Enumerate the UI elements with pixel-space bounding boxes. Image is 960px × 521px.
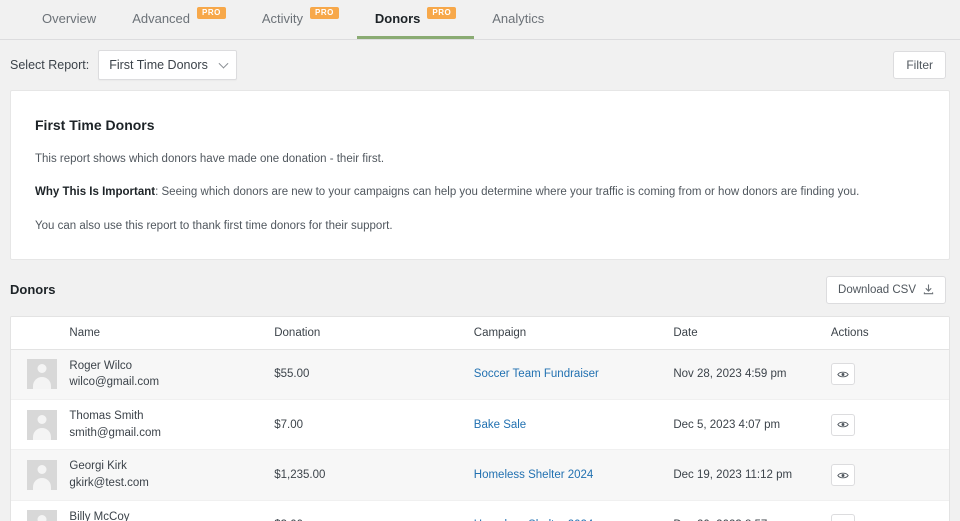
row-actions-cell xyxy=(823,349,949,399)
pro-badge: PRO xyxy=(197,7,226,20)
tab-donors[interactable]: Donors PRO xyxy=(357,0,474,39)
campaign-link[interactable]: Homeless Shelter 2024 xyxy=(474,469,594,481)
view-donor-button[interactable] xyxy=(831,464,855,486)
row-date: Dec 5, 2023 4:07 pm xyxy=(665,400,823,450)
donor-name: Thomas Smith xyxy=(69,408,258,425)
header-date: Date xyxy=(665,317,823,350)
donor-email: gkirk@test.com xyxy=(69,475,258,492)
download-icon xyxy=(923,284,934,295)
tab-activity[interactable]: Activity PRO xyxy=(244,0,357,39)
view-donor-button[interactable] xyxy=(831,414,855,436)
chevron-down-icon xyxy=(218,59,228,69)
header-donation: Donation xyxy=(266,317,466,350)
table-row[interactable]: Roger Wilco wilco@gmail.com $55.00 Socce… xyxy=(11,349,949,399)
row-campaign-cell: Soccer Team Fundraiser xyxy=(466,349,666,399)
row-avatar-cell xyxy=(11,500,61,521)
row-donation: $55.00 xyxy=(266,349,466,399)
row-date: Nov 28, 2023 4:59 pm xyxy=(665,349,823,399)
donor-name: Georgi Kirk xyxy=(69,458,258,475)
donors-table-container: Name Donation Campaign Date Actions Roge… xyxy=(10,316,950,521)
campaign-link[interactable]: Bake Sale xyxy=(474,419,526,431)
row-actions-cell xyxy=(823,500,949,521)
tab-overview-label: Overview xyxy=(42,11,96,26)
download-csv-button[interactable]: Download CSV xyxy=(826,276,946,304)
pro-badge: PRO xyxy=(427,7,456,20)
donors-table-head: Name Donation Campaign Date Actions xyxy=(11,317,949,350)
header-name: Name xyxy=(61,317,266,350)
report-line-1: This report shows which donors have made… xyxy=(35,151,925,168)
row-donation: $7.00 xyxy=(266,400,466,450)
tab-advanced[interactable]: Advanced PRO xyxy=(114,0,244,39)
row-donation: $3.00 xyxy=(266,500,466,521)
select-report-value: First Time Donors xyxy=(109,58,208,72)
row-name-cell: Georgi Kirk gkirk@test.com xyxy=(61,450,266,500)
table-row[interactable]: Billy McCoy billymc@gmail.com $3.00 Home… xyxy=(11,500,949,521)
download-csv-label: Download CSV xyxy=(838,284,916,296)
avatar xyxy=(27,510,57,521)
tab-advanced-label: Advanced xyxy=(132,11,190,26)
donors-table-body: Roger Wilco wilco@gmail.com $55.00 Socce… xyxy=(11,349,949,521)
report-title: First Time Donors xyxy=(35,117,925,133)
row-campaign-cell: Homeless Shelter 2024 xyxy=(466,500,666,521)
donors-section-header: Donors Download CSV xyxy=(0,260,960,316)
tab-activity-label: Activity xyxy=(262,11,303,26)
donor-email: wilco@gmail.com xyxy=(69,374,258,391)
row-avatar-cell xyxy=(11,400,61,450)
donor-name: Billy McCoy xyxy=(69,509,258,521)
donors-table: Name Donation Campaign Date Actions Roge… xyxy=(11,317,949,521)
campaign-link[interactable]: Soccer Team Fundraiser xyxy=(474,368,599,380)
table-row[interactable]: Thomas Smith smith@gmail.com $7.00 Bake … xyxy=(11,400,949,450)
avatar xyxy=(27,460,57,490)
report-line-2: Why This Is Important: Seeing which dono… xyxy=(35,184,925,201)
header-avatar-spacer xyxy=(11,317,61,350)
view-donor-button[interactable] xyxy=(831,514,855,521)
filter-button[interactable]: Filter xyxy=(893,51,946,79)
donor-email: smith@gmail.com xyxy=(69,425,258,442)
avatar xyxy=(27,359,57,389)
table-row[interactable]: Georgi Kirk gkirk@test.com $1,235.00 Hom… xyxy=(11,450,949,500)
row-actions-cell xyxy=(823,450,949,500)
report-description-panel: First Time Donors This report shows whic… xyxy=(10,90,950,260)
header-actions: Actions xyxy=(823,317,949,350)
eye-icon xyxy=(837,420,849,429)
row-name-cell: Roger Wilco wilco@gmail.com xyxy=(61,349,266,399)
tab-analytics-label: Analytics xyxy=(492,11,544,26)
table-header-row: Name Donation Campaign Date Actions xyxy=(11,317,949,350)
report-line-2-rest: : Seeing which donors are new to your ca… xyxy=(155,186,859,198)
tab-donors-label: Donors xyxy=(375,11,421,26)
row-actions-cell xyxy=(823,400,949,450)
row-avatar-cell xyxy=(11,450,61,500)
report-controls: Select Report: First Time Donors Filter xyxy=(0,40,960,90)
select-report-dropdown[interactable]: First Time Donors xyxy=(98,50,237,80)
donor-name: Roger Wilco xyxy=(69,358,258,375)
report-tabs: Overview Advanced PRO Activity PRO Donor… xyxy=(0,0,960,40)
eye-icon xyxy=(837,370,849,379)
select-report-label: Select Report: xyxy=(10,58,89,72)
row-name-cell: Billy McCoy billymc@gmail.com xyxy=(61,500,266,521)
donors-heading: Donors xyxy=(10,282,56,297)
row-date: Dec 20, 2023 8:57 pm xyxy=(665,500,823,521)
header-campaign: Campaign xyxy=(466,317,666,350)
report-line-3: You can also use this report to thank fi… xyxy=(35,218,925,235)
view-donor-button[interactable] xyxy=(831,363,855,385)
row-avatar-cell xyxy=(11,349,61,399)
pro-badge: PRO xyxy=(310,7,339,20)
tab-analytics[interactable]: Analytics xyxy=(474,0,562,39)
report-line-2-emphasis: Why This Is Important xyxy=(35,186,155,198)
avatar xyxy=(27,410,57,440)
row-donation: $1,235.00 xyxy=(266,450,466,500)
row-date: Dec 19, 2023 11:12 pm xyxy=(665,450,823,500)
eye-icon xyxy=(837,471,849,480)
tab-overview[interactable]: Overview xyxy=(24,0,114,39)
row-campaign-cell: Bake Sale xyxy=(466,400,666,450)
row-campaign-cell: Homeless Shelter 2024 xyxy=(466,450,666,500)
row-name-cell: Thomas Smith smith@gmail.com xyxy=(61,400,266,450)
